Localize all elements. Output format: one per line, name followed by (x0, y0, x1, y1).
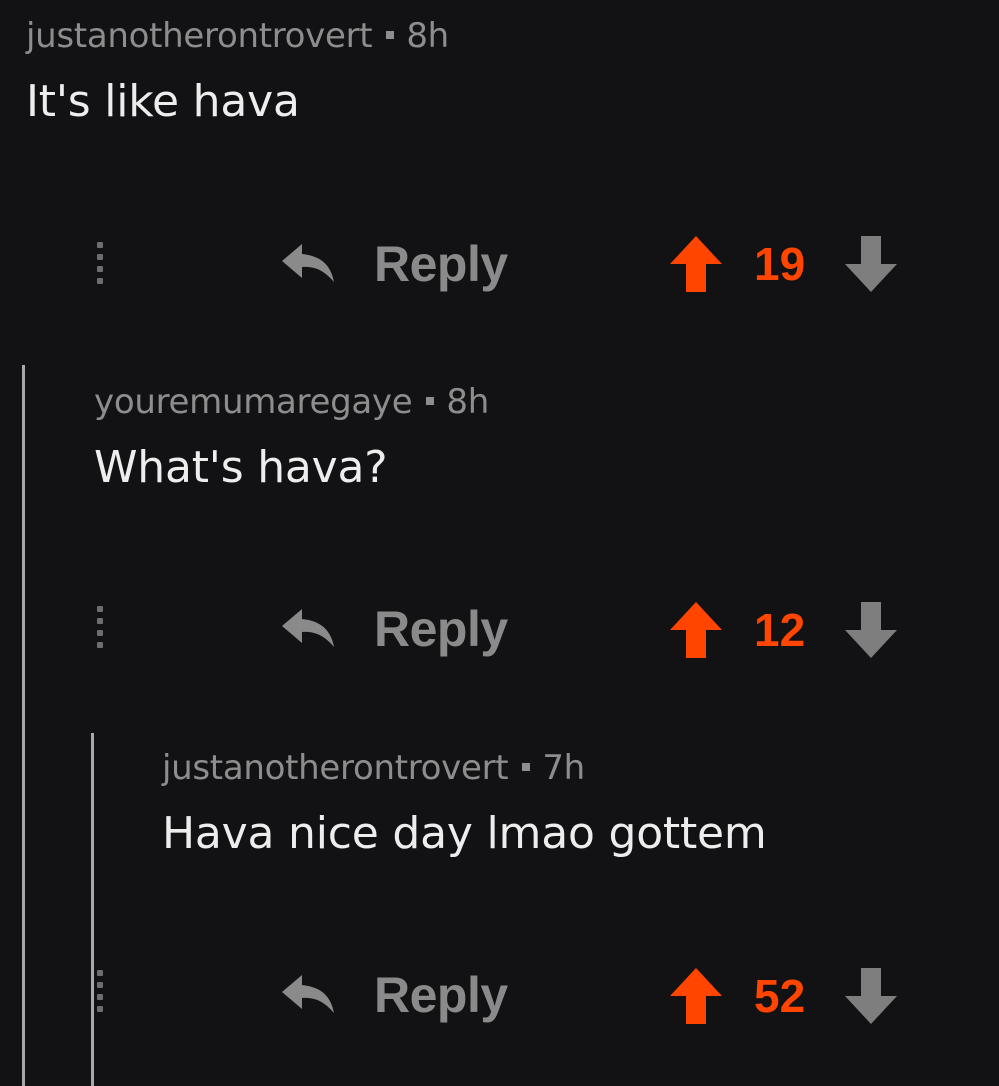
comment-username[interactable]: justanotherontrovert (162, 748, 509, 788)
separator-dot (522, 762, 531, 771)
comment-timestamp: 8h (446, 382, 489, 422)
thread-line-level-2[interactable] (91, 733, 94, 1086)
vote-controls: 52 (668, 966, 899, 1026)
separator-dot (426, 396, 435, 405)
separator-dot (386, 30, 395, 39)
comment: justanotherontrovert 8h It's like hava (26, 16, 449, 127)
downvote-arrow-icon[interactable] (843, 234, 899, 294)
comment: justanotherontrovert 7h Hava nice day lma… (162, 748, 767, 859)
more-options-icon[interactable] (97, 970, 105, 1012)
downvote-arrow-icon[interactable] (843, 966, 899, 1026)
vote-controls: 12 (668, 600, 899, 660)
downvote-arrow-icon[interactable] (843, 600, 899, 660)
comment-body: It's like hava (26, 76, 300, 127)
upvote-arrow-icon[interactable] (668, 234, 724, 294)
vote-score: 12 (754, 604, 806, 656)
reply-label: Reply (374, 236, 508, 292)
reply-button[interactable]: Reply (280, 235, 508, 293)
comment-username[interactable]: justanotherontrovert (26, 16, 373, 56)
vote-score: 52 (754, 970, 806, 1022)
comment-timestamp: 8h (406, 16, 449, 56)
reply-label: Reply (374, 601, 508, 657)
thread-line-level-1[interactable] (22, 365, 25, 1086)
upvote-arrow-icon[interactable] (668, 600, 724, 660)
comment-meta: justanotherontrovert 7h (162, 748, 767, 788)
reply-button[interactable]: Reply (280, 600, 508, 658)
reply-arrow-icon (282, 609, 334, 647)
comment-timestamp: 7h (542, 748, 585, 788)
comment-meta: youremumaregaye 8h (94, 382, 489, 422)
reply-arrow-icon (282, 244, 334, 282)
reply-button[interactable]: Reply (280, 966, 508, 1024)
vote-score: 19 (754, 238, 806, 290)
more-options-icon[interactable] (97, 242, 105, 284)
comment-body: Hava nice day lmao gottem (162, 808, 767, 859)
comment: youremumaregaye 8h What's hava? (94, 382, 489, 493)
comment-body: What's hava? (94, 442, 388, 493)
more-options-icon[interactable] (97, 606, 105, 648)
vote-controls: 19 (668, 234, 899, 294)
reply-arrow-icon (282, 975, 334, 1013)
upvote-arrow-icon[interactable] (668, 966, 724, 1026)
comment-meta: justanotherontrovert 8h (26, 16, 449, 56)
comment-username[interactable]: youremumaregaye (94, 382, 413, 422)
reply-label: Reply (374, 967, 508, 1023)
